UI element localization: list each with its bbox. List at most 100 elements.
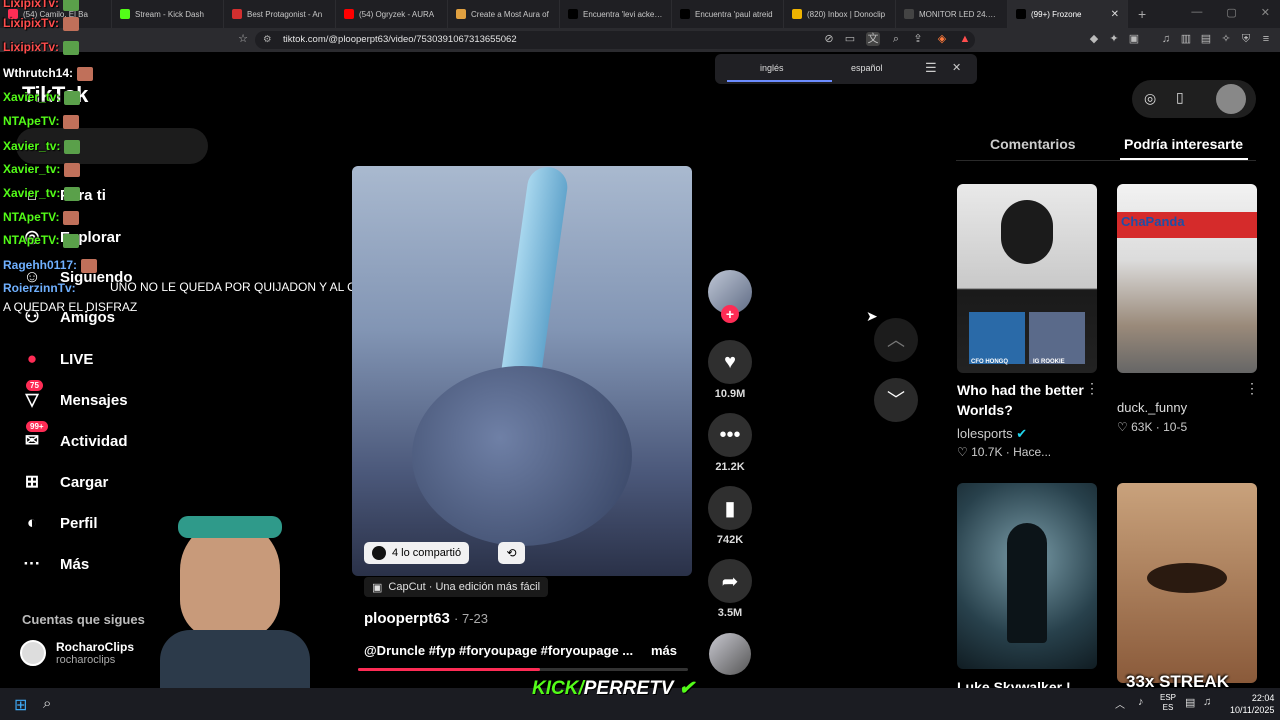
sidebar-item-live[interactable]: ● LIVE bbox=[20, 344, 93, 374]
music-icon[interactable]: ♫ bbox=[1159, 32, 1173, 46]
capcut-link[interactable]: ▣ CapCut · Una edición más fácil bbox=[364, 577, 549, 597]
wallet-icon[interactable]: ▤ bbox=[1199, 32, 1213, 46]
window-controls[interactable]: — ▢ ✕ bbox=[1191, 6, 1270, 19]
tray-arrow-icon[interactable]: ︿ bbox=[1115, 696, 1125, 711]
no-tracking-icon[interactable]: ⊘ bbox=[822, 32, 836, 46]
sidebar-item-perfil[interactable]: ◐ Perfil bbox=[20, 508, 98, 538]
video-progress[interactable] bbox=[358, 668, 688, 671]
translate-close-icon[interactable]: ✕ bbox=[952, 61, 961, 74]
sidebar-item-más[interactable]: ··· Más bbox=[20, 549, 90, 579]
chat-line: RoierzinnTv: bbox=[3, 281, 76, 295]
following-title: Cuentas que sigues bbox=[22, 612, 145, 627]
translate-icon[interactable]: 文 bbox=[866, 32, 880, 46]
browser-tab[interactable]: (54) Ogryzek - AURA bbox=[336, 0, 448, 28]
sidebar-item-label: Actividad bbox=[60, 432, 128, 450]
windows-start-icon[interactable]: ⊞ bbox=[14, 695, 27, 715]
leo-ai-icon[interactable]: ✧ bbox=[1219, 32, 1233, 46]
chat-username: NTApeTV: bbox=[3, 114, 60, 128]
sidebar-icon[interactable]: ▥ bbox=[1179, 32, 1193, 46]
music-disc[interactable] bbox=[709, 633, 751, 675]
webcam-overlay bbox=[160, 500, 310, 690]
coin-icon[interactable]: ◎ bbox=[1144, 90, 1156, 107]
repost-button[interactable]: ⟲ bbox=[498, 542, 525, 564]
tab-suggested[interactable]: Podría interesarte bbox=[1124, 136, 1243, 152]
lang-from-tab[interactable]: inglés bbox=[760, 63, 784, 73]
translate-menu-icon[interactable]: ☰ bbox=[925, 60, 937, 76]
new-tab-button[interactable]: + bbox=[1138, 6, 1146, 22]
maximize-icon[interactable]: ▢ bbox=[1226, 6, 1236, 19]
more-options-icon[interactable]: ⋮ bbox=[1245, 380, 1259, 397]
more-button[interactable]: más bbox=[651, 643, 677, 658]
browser-tab[interactable]: (99+) Frozone ✕ bbox=[1008, 0, 1128, 28]
network-icon[interactable]: ▤ bbox=[1185, 696, 1195, 709]
browser-tab[interactable]: (820) Inbox | Donoclip bbox=[784, 0, 896, 28]
comment-action[interactable]: ••• 21.2K bbox=[708, 413, 752, 473]
verified-icon: ✔ bbox=[1016, 426, 1028, 441]
video-author[interactable]: plooperpt63 · 7-23 bbox=[364, 610, 488, 627]
video-date: · 7-23 bbox=[454, 611, 488, 626]
video-title-2[interactable]: duck._funny bbox=[1117, 400, 1187, 415]
vpn-icon[interactable]: ⛨ bbox=[1239, 32, 1253, 46]
chevron-down-icon: ﹀ bbox=[887, 390, 905, 410]
browser-tab[interactable]: Encuentra 'paul atreid bbox=[672, 0, 784, 28]
mic-icon[interactable]: ♪ bbox=[1138, 696, 1144, 708]
chat-emote-icon bbox=[64, 162, 81, 177]
tab-title: (820) Inbox | Donoclip bbox=[807, 9, 886, 19]
video-thumb-4[interactable] bbox=[1117, 483, 1257, 683]
more-options-icon[interactable]: ⋮ bbox=[1085, 380, 1099, 397]
like-action[interactable]: ♥ 10.9M bbox=[708, 340, 752, 400]
brave-shield-icon[interactable]: ◈ bbox=[935, 32, 949, 46]
share-action[interactable]: ➦ 3.5M bbox=[708, 559, 752, 619]
video-thumb-1[interactable]: CFO HONGQ IG ROOKIE bbox=[957, 184, 1097, 373]
video-thumb-3[interactable] bbox=[957, 483, 1097, 669]
bookmark-icon[interactable]: ☆ bbox=[236, 32, 250, 46]
next-video-button[interactable]: ﹀ bbox=[874, 378, 918, 422]
menu-icon[interactable]: ≡ bbox=[1259, 32, 1273, 46]
zoom-icon[interactable]: ⌕ bbox=[889, 32, 903, 46]
sidebar-item-mensajes[interactable]: ▽ 75 Mensajes bbox=[20, 380, 128, 415]
screenshot-icon[interactable]: ▭ bbox=[843, 32, 857, 46]
browser-tab[interactable]: Create a Most Aura of bbox=[448, 0, 560, 28]
shared-by-bar[interactable]: 4 lo compartió bbox=[364, 542, 470, 564]
sidebar-item-cargar[interactable]: ⊞ Cargar bbox=[20, 467, 108, 497]
rewards-icon[interactable]: ▲ bbox=[958, 32, 972, 46]
volume-icon[interactable]: ♫ bbox=[1203, 696, 1211, 708]
browser-tab[interactable]: Encuentra 'levi ackerm bbox=[560, 0, 672, 28]
sidebar-item-label: Más bbox=[60, 555, 90, 573]
tab-favicon-icon bbox=[1016, 9, 1026, 19]
video-title-1[interactable]: Who had the better Worlds? bbox=[957, 380, 1087, 420]
share-icon[interactable]: ⇪ bbox=[911, 32, 925, 46]
follow-button[interactable]: + bbox=[721, 305, 739, 323]
following-item[interactable]: RocharoClips rocharoclips bbox=[20, 640, 134, 666]
search-icon[interactable]: ⌕ bbox=[43, 695, 51, 712]
close-window-icon[interactable]: ✕ bbox=[1261, 6, 1270, 19]
mouse-cursor-icon: ➤ bbox=[866, 308, 878, 324]
thumb-label: CFO HONGQ bbox=[971, 359, 1008, 365]
tab-close-icon[interactable]: ✕ bbox=[1111, 9, 1119, 20]
lang-to-tab[interactable]: español bbox=[851, 63, 883, 73]
tab-favicon-icon bbox=[792, 9, 802, 19]
site-info-icon[interactable]: ⚙ bbox=[263, 31, 272, 49]
user-avatar[interactable] bbox=[1216, 84, 1246, 114]
person-head bbox=[1001, 200, 1053, 264]
minimize-icon[interactable]: — bbox=[1191, 6, 1202, 19]
ext-diamond-icon[interactable]: ◆ bbox=[1087, 32, 1101, 46]
language-indicator[interactable]: ESP ES bbox=[1160, 693, 1176, 713]
browser-tab[interactable]: Stream - Kick Dash bbox=[112, 0, 224, 28]
chat-emote-icon bbox=[63, 114, 80, 129]
clock[interactable]: 22:04 10/11/2025 bbox=[1230, 692, 1274, 716]
tab-comments[interactable]: Comentarios bbox=[990, 136, 1076, 152]
browser-tab[interactable]: MONITOR LED 24.5" 1 bbox=[896, 0, 1008, 28]
ext-box-icon[interactable]: ▣ bbox=[1127, 32, 1141, 46]
browser-tab[interactable]: Best Protagonist - An bbox=[224, 0, 336, 28]
extensions-icon[interactable]: ✦ bbox=[1107, 32, 1121, 46]
sidebar-item-actividad[interactable]: ✉ 99+ Actividad bbox=[20, 421, 128, 456]
laughing-face bbox=[1147, 563, 1227, 593]
video-player[interactable] bbox=[352, 166, 692, 576]
channel-name[interactable]: lolesports ✔ bbox=[957, 426, 1027, 442]
save-action[interactable]: ▮ 742K bbox=[708, 486, 752, 546]
chat-line: NTApeTV: bbox=[3, 210, 80, 225]
device-icon[interactable]: ▯ bbox=[1176, 89, 1184, 106]
prev-video-button[interactable]: ︿ bbox=[874, 318, 918, 362]
video-thumb-2[interactable]: ChaPanda bbox=[1117, 184, 1257, 373]
